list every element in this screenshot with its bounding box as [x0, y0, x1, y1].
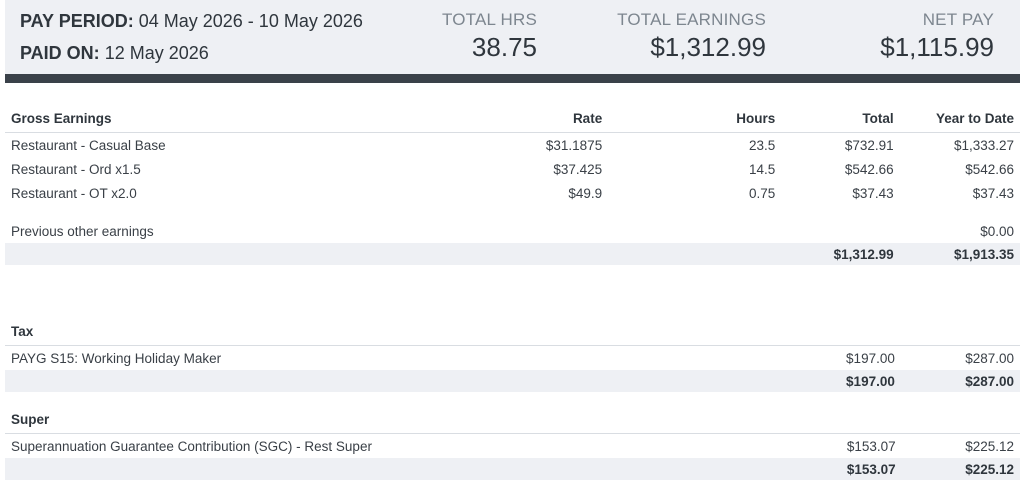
col-rate-header: Rate — [422, 104, 609, 133]
net-pay-value: $1,115.99 — [880, 32, 994, 62]
earning-hours: 0.75 — [749, 185, 776, 201]
total-hrs-value: 38.75 — [471, 32, 537, 62]
earning-name: Restaurant - Ord x1.5 — [11, 161, 141, 177]
table-row: PAYG S15: Working Holiday Maker $197.00 … — [5, 346, 1020, 371]
pay-period: PAY PERIOD: 04 May 2026 - 10 May 2026 — [20, 11, 363, 32]
gross-sum-total: $1,312.99 — [781, 243, 900, 265]
super-header-row: Super — [5, 405, 1020, 434]
paid-on-value: 12 May 2026 — [104, 43, 209, 63]
col-ytd-header: Year to Date — [899, 104, 1020, 133]
net-pay-label: NET PAY — [922, 10, 994, 29]
spacer-row — [5, 205, 1020, 219]
pay-period-value: 04 May 2026 - 10 May 2026 — [138, 11, 363, 31]
earning-name: Restaurant - Casual Base — [11, 137, 166, 153]
super-total: $153.07 — [846, 438, 896, 454]
header-divider-bar — [5, 74, 1020, 83]
earning-rate: $37.425 — [553, 161, 603, 177]
super-sum-total: $153.07 — [784, 458, 902, 480]
table-row: Restaurant - Ord x1.5 $37.425 14.5 $542.… — [5, 157, 1020, 181]
tax-ytd: $287.00 — [965, 350, 1014, 366]
super-ytd: $225.12 — [965, 438, 1014, 454]
col-total-header: Total — [781, 104, 900, 133]
total-hrs-label: TOTAL HRS — [441, 10, 537, 29]
total-earnings-summary: TOTAL EARNINGS $1,312.99 — [617, 10, 766, 63]
tax-total-row: $197.00 $287.00 — [5, 370, 1020, 392]
earning-rate: $31.1875 — [545, 137, 603, 153]
earning-ytd: $1,333.27 — [953, 137, 1014, 153]
table-row: Restaurant - OT x2.0 $49.9 0.75 $37.43 $… — [5, 181, 1020, 205]
total-earnings-label: TOTAL EARNINGS — [617, 10, 766, 29]
earning-total: $542.66 — [844, 161, 894, 177]
super-name: Superannuation Guarantee Contribution (S… — [11, 438, 372, 454]
tax-heading: Tax — [5, 317, 428, 346]
earning-rate: $49.9 — [568, 185, 603, 201]
super-table: Super Superannuation Guarantee Contribut… — [5, 405, 1020, 480]
total-hrs-summary: TOTAL HRS 38.75 — [442, 10, 537, 63]
super-heading: Super — [5, 405, 434, 434]
tax-sum-ytd: $287.00 — [900, 370, 1020, 392]
gross-sum-ytd: $1,913.35 — [899, 243, 1020, 265]
earning-hours: 14.5 — [749, 161, 776, 177]
tax-name: PAYG S15: Working Holiday Maker — [11, 350, 222, 366]
total-earnings-value: $1,312.99 — [650, 32, 766, 62]
earning-ytd: $37.43 — [972, 185, 1014, 201]
table-row: Restaurant - Casual Base $31.1875 23.5 $… — [5, 133, 1020, 158]
paid-on: PAID ON: 12 May 2026 — [20, 43, 209, 64]
pay-period-label: PAY PERIOD: — [20, 11, 134, 31]
earning-name: Restaurant - OT x2.0 — [11, 185, 137, 201]
gross-earnings-header-row: Gross Earnings Rate Hours Total Year to … — [5, 104, 1020, 133]
col-hours-header: Hours — [608, 104, 782, 133]
previous-earnings-ytd: $0.00 — [980, 223, 1014, 239]
tax-header-row: Tax — [5, 317, 1020, 346]
earning-ytd: $542.66 — [965, 161, 1014, 177]
gross-earnings-total-row: $1,312.99 $1,913.35 — [5, 243, 1020, 265]
gross-earnings-heading: Gross Earnings — [5, 104, 423, 133]
earning-total: $732.91 — [844, 137, 894, 153]
previous-earnings-label: Previous other earnings — [11, 223, 154, 239]
gross-earnings-table: Gross Earnings Rate Hours Total Year to … — [5, 104, 1020, 265]
super-total-row: $153.07 $225.12 — [5, 458, 1020, 480]
earning-hours: 23.5 — [749, 137, 776, 153]
tax-sum-total: $197.00 — [782, 370, 901, 392]
super-sum-ytd: $225.12 — [901, 458, 1020, 480]
earning-total: $37.43 — [852, 185, 894, 201]
table-row: Superannuation Guarantee Contribution (S… — [5, 434, 1020, 459]
tax-total: $197.00 — [846, 350, 895, 366]
paid-on-label: PAID ON: — [20, 43, 100, 63]
previous-earnings-row: Previous other earnings $0.00 — [5, 219, 1020, 243]
net-pay-summary: NET PAY $1,115.99 — [880, 10, 994, 63]
tax-table: Tax PAYG S15: Working Holiday Maker $197… — [5, 317, 1020, 392]
